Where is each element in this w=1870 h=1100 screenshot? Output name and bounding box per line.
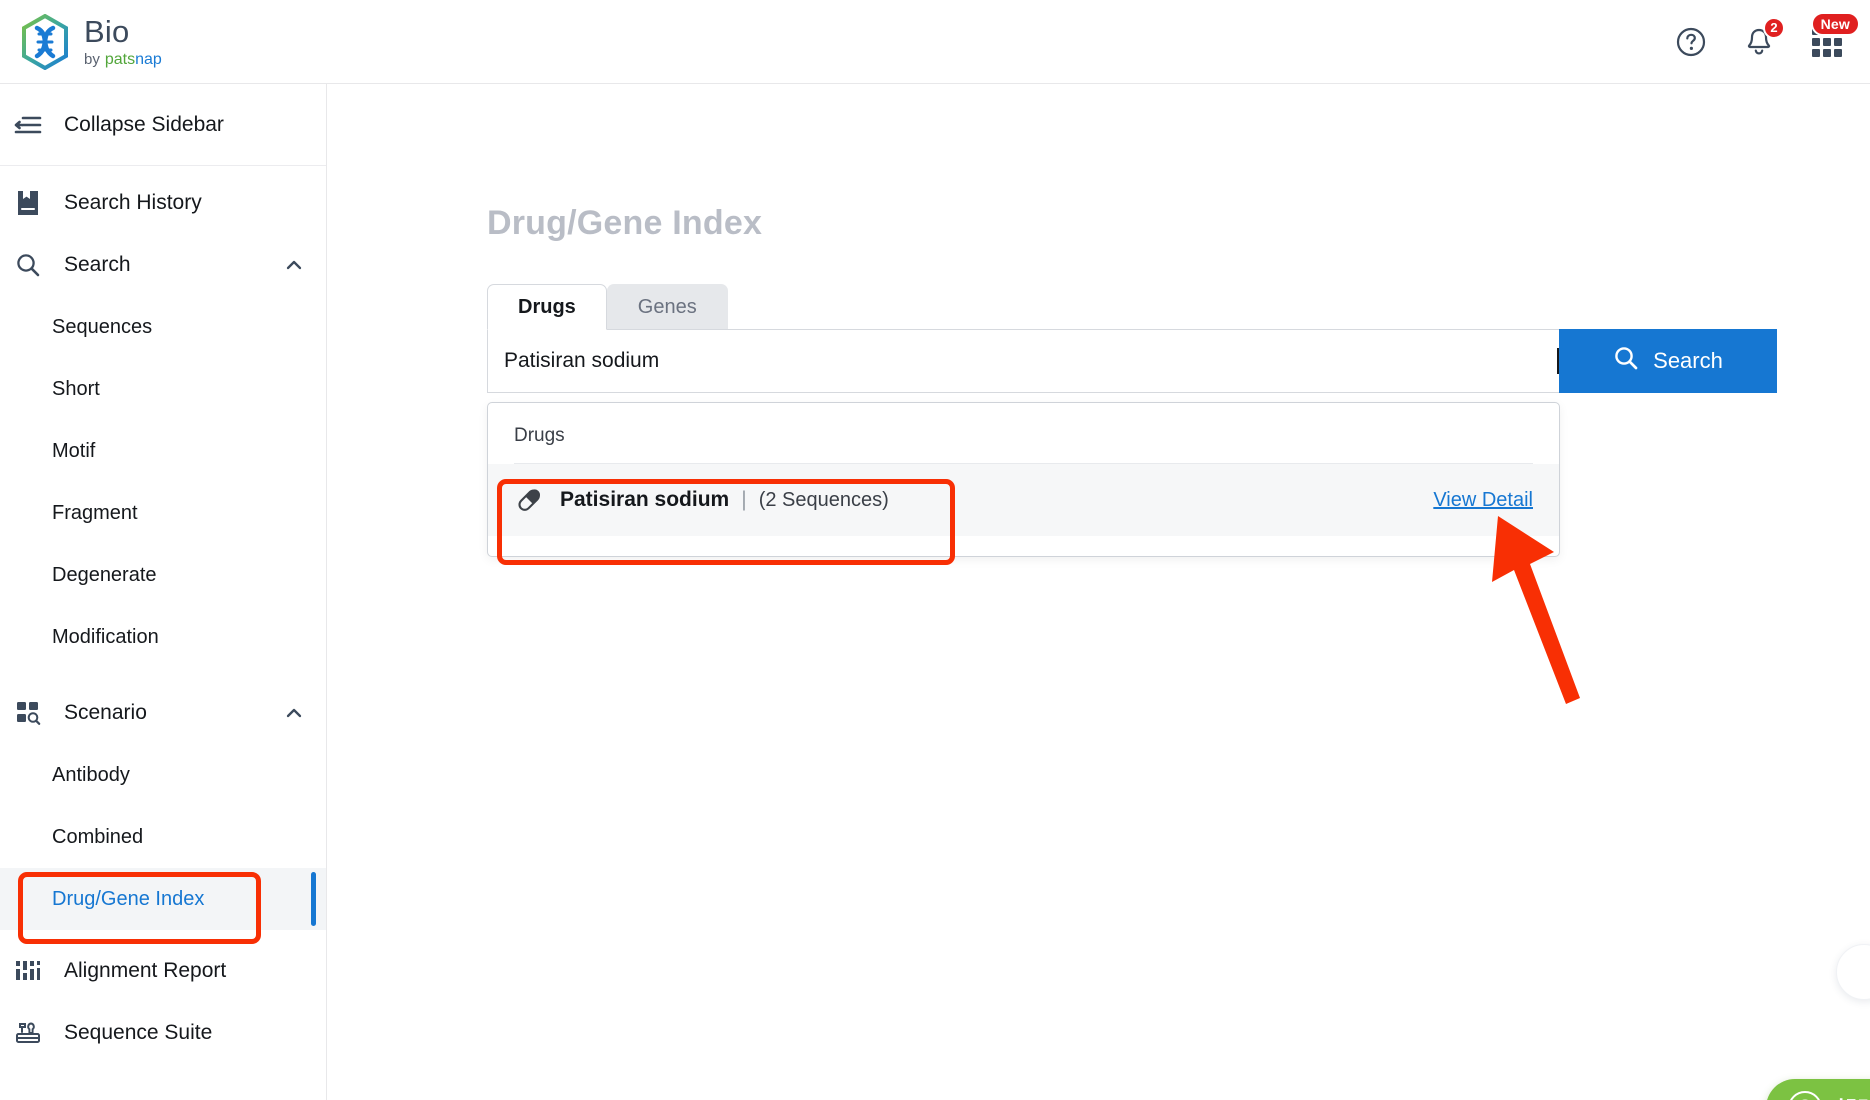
sidebar-item-modification[interactable]: Modification xyxy=(0,606,326,668)
notifications-button[interactable]: 2 xyxy=(1742,16,1785,59)
result-separator: | xyxy=(741,488,747,511)
help-button[interactable] xyxy=(1674,25,1708,59)
collapse-sidebar-label: Collapse Sidebar xyxy=(64,112,224,136)
chevron-up-icon xyxy=(284,703,304,723)
sidebar-item-antibody[interactable]: Antibody xyxy=(0,744,326,806)
magnifier-icon xyxy=(14,251,42,279)
chevron-up-icon xyxy=(284,255,304,275)
sidebar-item-motif[interactable]: Motif xyxy=(0,420,326,482)
sidebar-item-label: Drug/Gene Index xyxy=(52,887,205,910)
app-header: Bio by patsnap 2 New xyxy=(0,0,1870,84)
sidebar-item-label: Sequences xyxy=(52,315,153,338)
result-name: Patisiran sodium xyxy=(560,488,730,511)
autocomplete-dropdown: Drugs Patisiran sodium | (2 Sequences) V… xyxy=(487,402,1560,557)
sidebar-nav: Search History Search Sequences Short Mo… xyxy=(0,166,326,1064)
sidebar-item-short[interactable]: Short xyxy=(0,358,326,420)
pill-capsule-icon xyxy=(514,485,544,515)
sidebar-group-search[interactable]: Search xyxy=(0,234,326,296)
sidebar-item-sequences[interactable]: Sequences xyxy=(0,296,326,358)
sidebar-group-label: Search xyxy=(64,253,131,276)
sidebar-item-label: Fragment xyxy=(52,501,138,524)
app-root: Bio by patsnap 2 New Collapse Sidebar Se… xyxy=(0,0,1870,1100)
help-floating-label: 帮助 xyxy=(1834,1091,1870,1100)
alignment-bars-icon xyxy=(14,957,42,985)
sidebar-group-scenario[interactable]: Scenario xyxy=(0,682,326,744)
sidebar-item-label: Sequence Suite xyxy=(64,1021,213,1044)
search-bar: Search xyxy=(487,329,1777,393)
tab-genes[interactable]: Genes xyxy=(606,284,728,330)
dropdown-result-row[interactable]: Patisiran sodium | (2 Sequences) View De… xyxy=(488,464,1559,536)
notification-badge: 2 xyxy=(1763,16,1785,39)
brand-patsnap-label: patsnap xyxy=(104,50,162,68)
sidebar: Collapse Sidebar Search History Search S… xyxy=(0,84,327,1100)
sidebar-group-label: Scenario xyxy=(64,701,147,724)
bio-hexagon-dna-icon xyxy=(20,13,70,70)
brand-logo[interactable]: Bio by patsnap xyxy=(0,13,162,70)
apps-launcher-button[interactable]: New xyxy=(1810,11,1860,59)
collapse-sidebar-icon xyxy=(14,111,42,139)
sidebar-item-drug-gene-index[interactable]: Drug/Gene Index xyxy=(0,868,326,930)
question-circle-icon xyxy=(1676,27,1706,56)
sidebar-item-sequence-suite[interactable]: Sequence Suite xyxy=(0,1002,326,1064)
tab-label: Drugs xyxy=(518,295,576,318)
sidebar-item-label: Search History xyxy=(64,191,202,214)
header-actions: 2 New xyxy=(1674,11,1870,59)
sidebar-item-combined[interactable]: Combined xyxy=(0,806,326,868)
help-floating-button[interactable]: ? 帮助 xyxy=(1766,1079,1870,1100)
page-title: Drug/Gene Index xyxy=(487,204,763,242)
tab-drugs[interactable]: Drugs xyxy=(487,284,607,330)
collapse-sidebar-button[interactable]: Collapse Sidebar xyxy=(0,84,326,166)
brand-subtitle: by patsnap xyxy=(84,50,162,68)
search-input[interactable] xyxy=(504,349,1559,373)
dropdown-bottom-padding xyxy=(488,536,1559,556)
brand-by-label: by xyxy=(84,50,100,68)
scenario-grid-search-icon xyxy=(14,699,42,727)
result-sequence-count: (2 Sequences) xyxy=(758,488,889,511)
sidebar-item-label: Short xyxy=(52,377,100,400)
search-button-label: Search xyxy=(1653,348,1723,373)
question-circle-icon: ? xyxy=(1788,1091,1822,1100)
sidebar-item-label: Modification xyxy=(52,625,159,648)
sidebar-item-label: Degenerate xyxy=(52,563,157,586)
dropdown-group-label: Drugs xyxy=(514,425,565,446)
toolbox-icon xyxy=(14,1019,42,1047)
search-input-container[interactable] xyxy=(487,329,1559,393)
sidebar-item-label: Combined xyxy=(52,825,144,848)
sidebar-item-fragment[interactable]: Fragment xyxy=(0,482,326,544)
sidebar-item-label: Motif xyxy=(52,439,96,462)
tab-bar: Drugs Genes xyxy=(487,284,728,330)
book-icon xyxy=(14,189,42,217)
sidebar-item-label: Alignment Report xyxy=(64,959,227,982)
search-icon xyxy=(1613,345,1639,377)
floating-circle-widget[interactable] xyxy=(1836,944,1870,1000)
sidebar-item-label: Antibody xyxy=(52,763,130,786)
brand-text: Bio by patsnap xyxy=(84,16,162,68)
sidebar-item-alignment-report[interactable]: Alignment Report xyxy=(0,940,326,1002)
main-content: Drug/Gene Index Drugs Genes Patisiran so… xyxy=(327,84,1870,1100)
sidebar-item-degenerate[interactable]: Degenerate xyxy=(0,544,326,606)
sidebar-item-search-history[interactable]: Search History xyxy=(0,172,326,234)
apps-new-badge: New xyxy=(1810,11,1860,36)
view-detail-link[interactable]: View Detail xyxy=(1433,489,1533,512)
brand-title: Bio xyxy=(84,13,130,49)
tab-label: Genes xyxy=(637,295,697,318)
search-button[interactable]: Search xyxy=(1559,329,1777,393)
